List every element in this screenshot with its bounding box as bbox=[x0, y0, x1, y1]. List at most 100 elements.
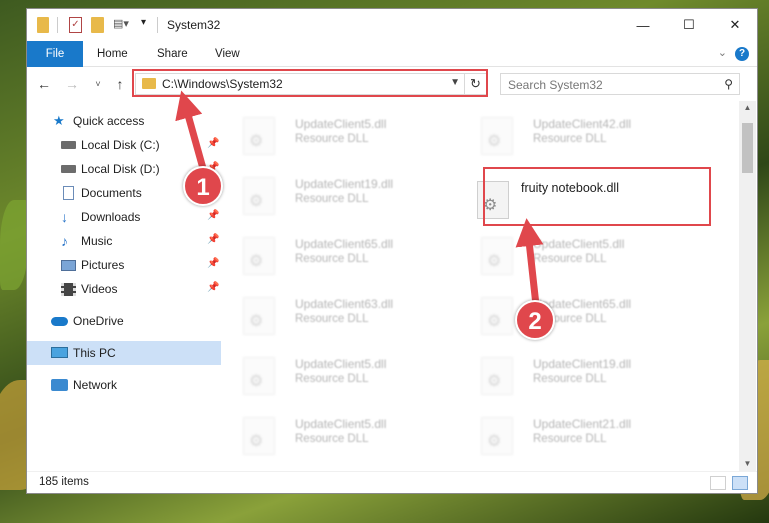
file-list: ⚙ UpdateClient5.dll Resource DLL ⚙ Updat… bbox=[225, 101, 739, 467]
search-box[interactable]: Search System32 ⚲ bbox=[500, 73, 740, 95]
pc-icon bbox=[51, 347, 68, 358]
details-view-icon[interactable] bbox=[710, 476, 726, 490]
minimize-button[interactable]: — bbox=[620, 9, 666, 41]
sidebar-item-onedrive[interactable]: OneDrive bbox=[27, 309, 221, 333]
list-item[interactable]: ⚙ UpdateClient21.dll Resource DLL bbox=[463, 409, 693, 457]
sidebar-item-label: This PC bbox=[73, 346, 116, 360]
pin-icon[interactable]: 📌 bbox=[207, 258, 219, 269]
window-title: System32 bbox=[167, 18, 221, 32]
pin-icon[interactable]: 📌 bbox=[207, 282, 219, 293]
sidebar-item-network[interactable]: Network bbox=[27, 373, 221, 397]
file-name: UpdateClient5.dll bbox=[533, 237, 625, 251]
sidebar-item-label: Quick access bbox=[73, 114, 145, 128]
download-icon: ↓ bbox=[61, 209, 68, 225]
step-1-badge: 1 bbox=[183, 166, 223, 206]
list-item[interactable]: ⚙ UpdateClient63.dll Resource DLL bbox=[225, 289, 455, 337]
list-item[interactable]: ⚙ UpdateClient19.dll Resource DLL bbox=[225, 169, 455, 217]
file-type: Resource DLL bbox=[295, 373, 369, 385]
sidebar-item-music[interactable]: ♪ Music 📌 bbox=[27, 229, 221, 253]
pin-icon[interactable]: 📌 bbox=[207, 234, 219, 245]
search-icon[interactable]: ⚲ bbox=[724, 77, 733, 91]
vertical-scrollbar[interactable]: ▲ ▼ bbox=[739, 101, 756, 471]
list-item[interactable]: ⚙ UpdateClient5.dll Resource DLL bbox=[463, 229, 693, 277]
dll-file-icon: ⚙ bbox=[481, 357, 513, 395]
tab-share[interactable]: Share bbox=[157, 41, 188, 67]
file-type: Resource DLL bbox=[533, 433, 607, 445]
forward-arrow-icon[interactable]: → bbox=[63, 75, 81, 93]
expand-ribbon-icon[interactable]: ⌄ bbox=[718, 46, 727, 59]
search-input[interactable]: Search System32 bbox=[508, 78, 603, 92]
scroll-down-icon[interactable]: ▼ bbox=[739, 457, 756, 471]
sidebar-item-label: Pictures bbox=[81, 258, 125, 272]
title-separator bbox=[57, 17, 58, 33]
sidebar-item-this-pc[interactable]: This PC bbox=[27, 341, 221, 365]
list-item[interactable]: ⚙ UpdateClient5.dll Resource DLL bbox=[225, 409, 455, 457]
list-item[interactable]: ⚙ UpdateClient5.dll Resource DLL bbox=[225, 109, 455, 157]
back-arrow-icon[interactable]: ← bbox=[35, 75, 53, 93]
properties-icon[interactable]: ✓ bbox=[69, 17, 82, 33]
document-icon bbox=[63, 186, 74, 200]
dll-file-icon: ⚙ bbox=[243, 237, 275, 275]
drive-icon bbox=[61, 165, 76, 173]
dll-file-icon: ⚙ bbox=[243, 357, 275, 395]
file-type: Resource DLL bbox=[295, 433, 369, 445]
folder-icon[interactable] bbox=[37, 17, 49, 33]
list-item[interactable]: ⚙ UpdateClient65.dll Resource DLL bbox=[463, 289, 693, 337]
video-icon bbox=[61, 283, 76, 296]
sidebar-item-pictures[interactable]: Pictures 📌 bbox=[27, 253, 221, 277]
sidebar-item-label: Downloads bbox=[81, 210, 141, 224]
sidebar-item-local-disk-c[interactable]: Local Disk (C:) 📌 bbox=[27, 133, 221, 157]
music-icon: ♪ bbox=[61, 233, 68, 249]
title-separator bbox=[157, 17, 158, 33]
list-item[interactable]: ⚙ UpdateClient65.dll Resource DLL bbox=[225, 229, 455, 277]
sidebar-item-label: Videos bbox=[81, 282, 118, 296]
sidebar-item-quick-access[interactable]: ★ Quick access bbox=[27, 109, 221, 133]
file-type: Resource DLL bbox=[533, 253, 607, 265]
file-name: UpdateClient19.dll bbox=[533, 357, 632, 371]
large-icons-view-icon[interactable] bbox=[732, 476, 748, 490]
navigation-pane: ★ Quick access Local Disk (C:) 📌 Local D… bbox=[27, 101, 221, 467]
status-bar: 185 items bbox=[27, 471, 757, 493]
dll-file-icon: ⚙ bbox=[243, 177, 275, 215]
dll-file-icon: ⚙ bbox=[481, 237, 513, 275]
dll-file-icon: ⚙ bbox=[481, 297, 513, 335]
scroll-up-icon[interactable]: ▲ bbox=[739, 101, 756, 115]
list-item[interactable]: ⚙ UpdateClient42.dll Resource DLL bbox=[463, 109, 693, 157]
customize-qat-icon[interactable]: ▤▾ bbox=[113, 17, 129, 33]
sidebar-item-downloads[interactable]: ↓ Downloads 📌 bbox=[27, 205, 221, 229]
sidebar-item-label: Local Disk (D:) bbox=[81, 162, 160, 176]
file-type: Resource DLL bbox=[295, 313, 369, 325]
file-name: UpdateClient19.dll bbox=[295, 177, 394, 191]
recent-locations-icon[interactable]: ˅ bbox=[89, 75, 107, 93]
item-count: 185 items bbox=[39, 476, 89, 488]
sidebar-item-label: Documents bbox=[81, 186, 142, 200]
network-icon bbox=[51, 379, 68, 391]
help-icon[interactable]: ? bbox=[735, 47, 749, 61]
sidebar-item-label: OneDrive bbox=[73, 314, 124, 328]
scrollbar-thumb[interactable] bbox=[742, 123, 753, 173]
file-type: Resource DLL bbox=[533, 373, 607, 385]
file-name: UpdateClient21.dll bbox=[533, 417, 632, 431]
sidebar-item-label: Network bbox=[73, 378, 118, 392]
tab-file[interactable]: File bbox=[27, 41, 83, 67]
sidebar-item-label: Local Disk (C:) bbox=[81, 138, 160, 152]
tab-view[interactable]: View bbox=[215, 41, 240, 67]
new-folder-icon[interactable] bbox=[91, 17, 104, 33]
maximize-button[interactable]: ☐ bbox=[666, 9, 712, 41]
sidebar-item-label: Music bbox=[81, 234, 113, 248]
qat-dropdown-icon[interactable]: ▾ bbox=[141, 17, 149, 33]
tab-home[interactable]: Home bbox=[97, 41, 128, 67]
close-button[interactable]: ✕ bbox=[712, 9, 757, 41]
up-arrow-icon[interactable]: ↑ bbox=[111, 75, 129, 93]
list-item[interactable]: ⚙ UpdateClient19.dll Resource DLL bbox=[463, 349, 693, 397]
title-bar: ✓ ▤▾ ▾ System32 — ☐ ✕ bbox=[27, 9, 757, 41]
pin-icon[interactable]: 📌 bbox=[207, 210, 219, 221]
star-icon: ★ bbox=[53, 113, 65, 128]
list-item[interactable]: ⚙ UpdateClient5.dll Resource DLL bbox=[225, 349, 455, 397]
drive-icon bbox=[61, 141, 76, 149]
pin-icon[interactable]: 📌 bbox=[207, 138, 219, 149]
sidebar-item-videos[interactable]: Videos 📌 bbox=[27, 277, 221, 301]
file-type: Resource DLL bbox=[295, 133, 369, 145]
step-2-badge: 2 bbox=[515, 300, 555, 340]
file-name: UpdateClient5.dll bbox=[295, 117, 387, 131]
